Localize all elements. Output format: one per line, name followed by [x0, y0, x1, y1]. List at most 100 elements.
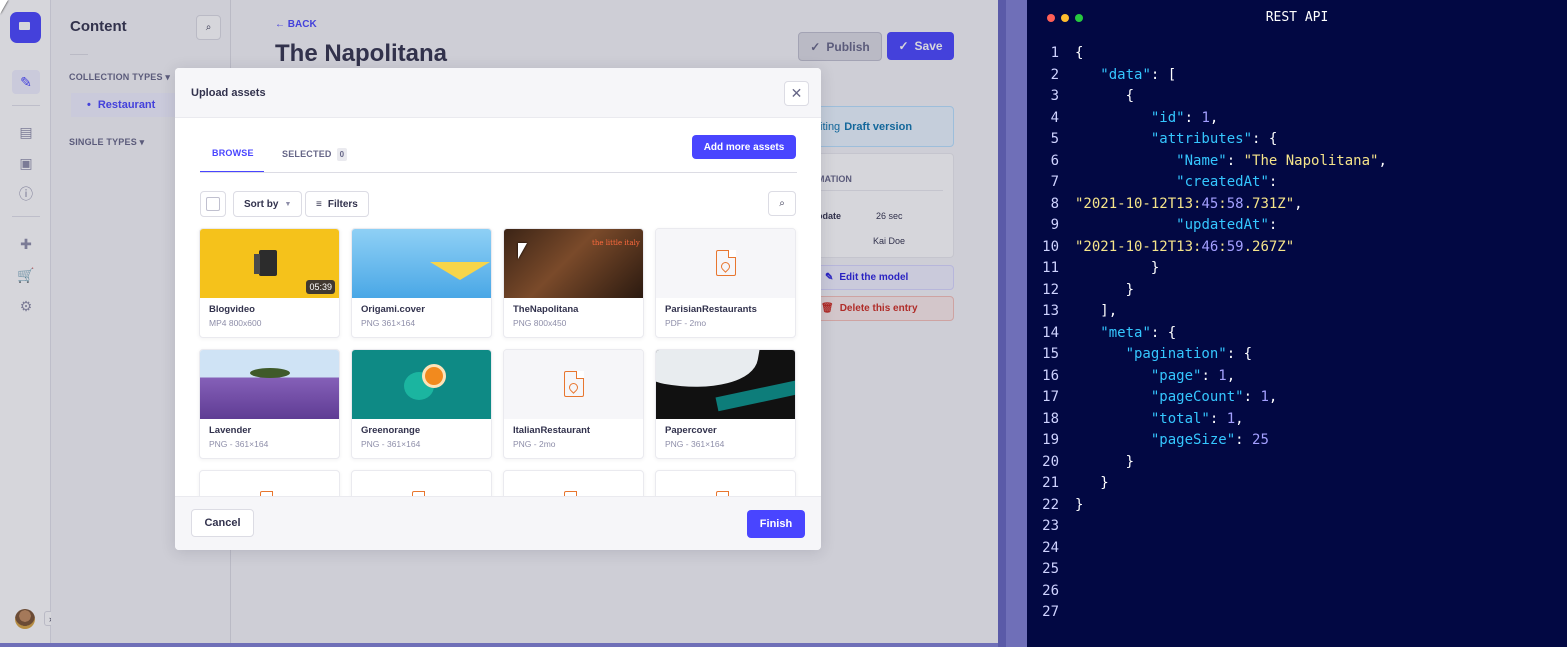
line-number: 21 [1042, 475, 1059, 491]
finish-button[interactable]: Finish [747, 510, 805, 538]
code-line: 6 "Name": "The Napolitana", [1027, 150, 1387, 172]
line-number: 18 [1042, 410, 1059, 427]
line-number: 10 [1042, 238, 1059, 255]
asset-meta: PNG 361×164 [361, 318, 416, 328]
code-line: 13 ], [1027, 300, 1117, 322]
filters-label: Filters [327, 198, 358, 210]
asset-card[interactable]: ParisianRestaurants PDF - 2mo [655, 228, 796, 338]
code-line: 24 [1027, 537, 1075, 559]
mouse-cursor-icon [0, 0, 8, 14]
asset-name: TheNapolitana [513, 304, 579, 315]
line-number: 4 [1050, 109, 1059, 126]
sort-by-label: Sort by [244, 198, 279, 210]
asset-card[interactable]: the little italy TheNapolitana PNG 800x450 [503, 228, 644, 338]
line-number: 23 [1042, 518, 1059, 534]
dialog-footer: Cancel Finish [175, 496, 821, 550]
line-number: 14 [1042, 324, 1059, 341]
line-number: 22 [1042, 496, 1059, 513]
line-number: 15 [1042, 346, 1059, 362]
line-number: 11 [1042, 260, 1059, 276]
code-line: 7 "createdAt": [1027, 171, 1278, 193]
pdf-file-icon [564, 371, 584, 397]
line-number: 27 [1042, 604, 1059, 620]
asset-meta: PNG - 2mo [513, 439, 556, 449]
checkbox-box [206, 197, 220, 211]
asset-meta: PNG - 361×164 [665, 439, 725, 449]
line-number: 5 [1050, 131, 1059, 147]
asset-meta: PNG - 361×164 [361, 439, 421, 449]
line-number: 1 [1050, 45, 1059, 61]
asset-meta: PNG 800x450 [513, 318, 567, 328]
dialog-header: Upload assets ✕ [175, 68, 821, 118]
pdf-file-icon [716, 250, 736, 276]
asset-thumbnail [504, 350, 643, 419]
line-number: 8 [1050, 195, 1059, 212]
cancel-button[interactable]: Cancel [191, 509, 254, 537]
code-line: 12 } [1027, 279, 1134, 301]
sort-by-dropdown[interactable]: Sort by ▼ [233, 191, 303, 217]
cms-admin-panel: ✎ ▤ ▣ ⓘ ✚ 🛒 ⚙ › Content ⌕ COLLECTION TYP… [0, 0, 998, 643]
code-line: 5 "attributes": { [1027, 128, 1278, 150]
code-line: 11 } [1027, 257, 1159, 279]
asset-thumbnail [352, 229, 491, 298]
code-line: 2 "data": [ [1027, 64, 1177, 86]
asset-thumbnail [352, 350, 491, 419]
asset-card[interactable]: Lavender PNG - 361×164 [199, 349, 340, 459]
asset-card[interactable]: Greenorange PNG - 361×164 [351, 349, 492, 459]
asset-name: Papercover [665, 425, 717, 436]
rest-api-code-panel: REST API 1{2 "data": [3 {4 "id": 1, 5 "at… [1027, 0, 1567, 647]
caret-down-icon: ▼ [284, 200, 292, 208]
line-number: 20 [1042, 453, 1059, 470]
line-number: 12 [1042, 281, 1059, 298]
asset-thumbnail: the little italy [504, 229, 643, 298]
code-line: 15 "pagination": { [1027, 343, 1252, 365]
line-number: 3 [1050, 88, 1059, 104]
filter-icon: ≡ [316, 198, 322, 210]
asset-thumbnail [656, 350, 795, 419]
asset-name: ItalianRestaurant [513, 425, 591, 436]
asset-name: Greenorange [361, 425, 421, 436]
asset-card[interactable]: Origami.cover PNG 361×164 [351, 228, 492, 338]
code-line: 27 [1027, 601, 1075, 623]
asset-thumbnail: 05:39 [200, 229, 339, 298]
asset-card[interactable]: 05:39 Blogvideo MP4 800x600 [199, 228, 340, 338]
editor-title: REST API [1265, 10, 1329, 25]
code-line: 8 "2021-10-12T13:45:58.731Z", [1027, 193, 1303, 215]
code-line: 16 "page": 1, [1027, 365, 1235, 387]
filters-button[interactable]: ≡ Filters [305, 191, 369, 217]
asset-card[interactable]: ItalianRestaurant PNG - 2mo [503, 349, 644, 459]
asset-card[interactable]: Papercover PNG - 361×164 [655, 349, 796, 459]
code-line: 19 "pageSize": 25 [1027, 429, 1269, 451]
tab-selected[interactable]: SELECTED 0 [282, 148, 348, 161]
code-line: 25 [1027, 558, 1075, 580]
line-number: 6 [1050, 152, 1059, 169]
add-more-assets-button[interactable]: Add more assets [692, 135, 796, 159]
code-line: 20 } [1027, 451, 1134, 473]
asset-meta: MP4 800x600 [209, 318, 262, 328]
close-icon[interactable]: ✕ [784, 81, 809, 106]
dialog-title: Upload assets [191, 87, 266, 99]
asset-name: Lavender [209, 425, 252, 436]
code-line: 18 "total": 1, [1027, 408, 1243, 430]
code-line: 22} [1027, 494, 1083, 516]
line-number: 19 [1042, 432, 1059, 448]
code-line: 4 "id": 1, [1027, 107, 1219, 129]
code-line: 26 [1027, 580, 1075, 602]
asset-thumbnail [656, 229, 795, 298]
code-line: 23 [1027, 515, 1075, 537]
video-duration: 05:39 [306, 280, 335, 294]
line-number: 17 [1042, 389, 1059, 405]
asset-name: Origami.cover [361, 304, 425, 315]
tab-browse[interactable]: BROWSE [200, 148, 264, 173]
asset-search-icon[interactable]: ⌕ [768, 191, 796, 216]
select-all-checkbox[interactable] [200, 191, 226, 217]
tabs-divider [200, 172, 797, 173]
code-line: 10 "2021-10-12T13:46:59.267Z" [1027, 236, 1294, 258]
asset-thumbnail [200, 350, 339, 419]
asset-meta: PDF - 2mo [665, 318, 707, 328]
line-number: 2 [1050, 66, 1059, 83]
line-number: 13 [1042, 303, 1059, 319]
code-line: 3 { [1027, 85, 1134, 107]
code-line: 9 "updatedAt": [1027, 214, 1278, 236]
asset-name: ParisianRestaurants [665, 304, 757, 315]
